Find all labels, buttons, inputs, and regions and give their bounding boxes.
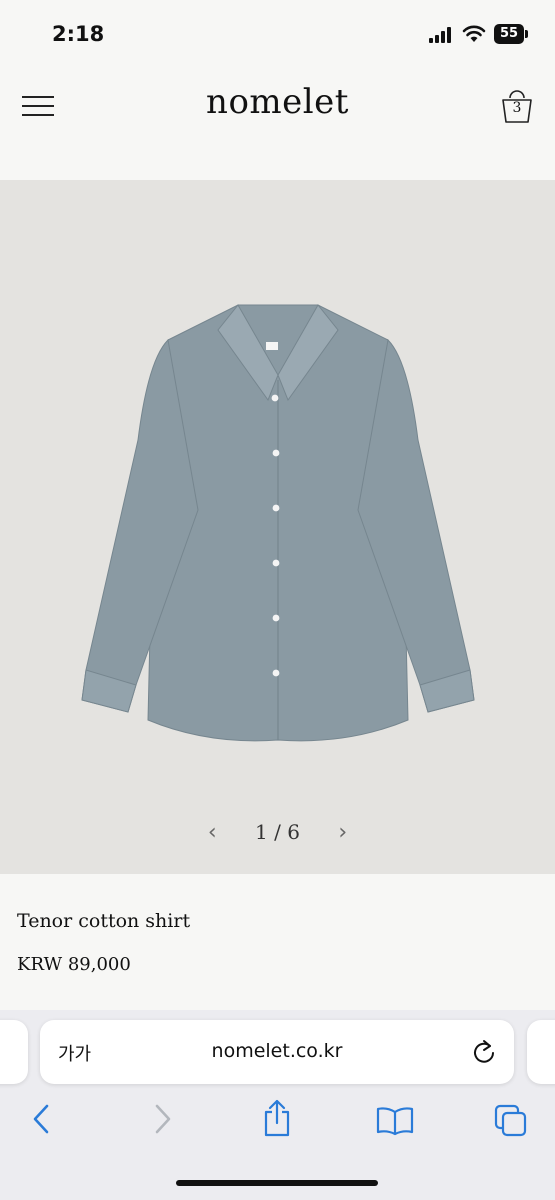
chevron-left-icon[interactable]: ‹ <box>208 820 217 845</box>
battery-indicator: 55 <box>494 24 528 44</box>
tabs-icon[interactable] <box>494 1104 528 1138</box>
cart-count: 3 <box>512 100 522 116</box>
home-indicator[interactable] <box>176 1180 378 1186</box>
product-name: Tenor cotton shirt <box>17 910 191 932</box>
address-bar[interactable]: 가가 nomelet.co.kr <box>40 1020 514 1084</box>
site-header: nomelet 3 <box>0 68 555 180</box>
browser-toolbar: 가가 nomelet.co.kr <box>0 1010 555 1200</box>
bookmarks-icon[interactable] <box>376 1106 414 1136</box>
image-pager: ‹ 1 / 6 › <box>0 820 555 845</box>
chevron-right-icon[interactable]: › <box>338 820 347 845</box>
status-bar: 2:18 55 <box>0 0 555 68</box>
signal-icon <box>429 27 455 43</box>
wifi-icon <box>462 25 486 42</box>
product-info: Tenor cotton shirt KRW 89,000 <box>0 874 555 1011</box>
share-icon[interactable] <box>262 1098 292 1138</box>
product-gallery[interactable]: ‹ 1 / 6 › <box>0 180 555 874</box>
product-price: KRW 89,000 <box>17 954 131 975</box>
back-icon[interactable] <box>30 1102 54 1136</box>
cart-button[interactable]: 3 <box>499 86 535 126</box>
status-time: 2:18 <box>52 22 105 46</box>
url-text[interactable]: nomelet.co.kr <box>40 1040 514 1062</box>
pager-text: 1 / 6 <box>255 820 300 844</box>
forward-icon[interactable] <box>150 1102 174 1136</box>
brand-logo[interactable]: nomelet <box>0 82 555 122</box>
product-image[interactable] <box>78 300 478 750</box>
next-tab-pill[interactable] <box>527 1020 555 1084</box>
reload-icon[interactable] <box>470 1037 498 1067</box>
previous-tab-pill[interactable] <box>0 1020 28 1084</box>
